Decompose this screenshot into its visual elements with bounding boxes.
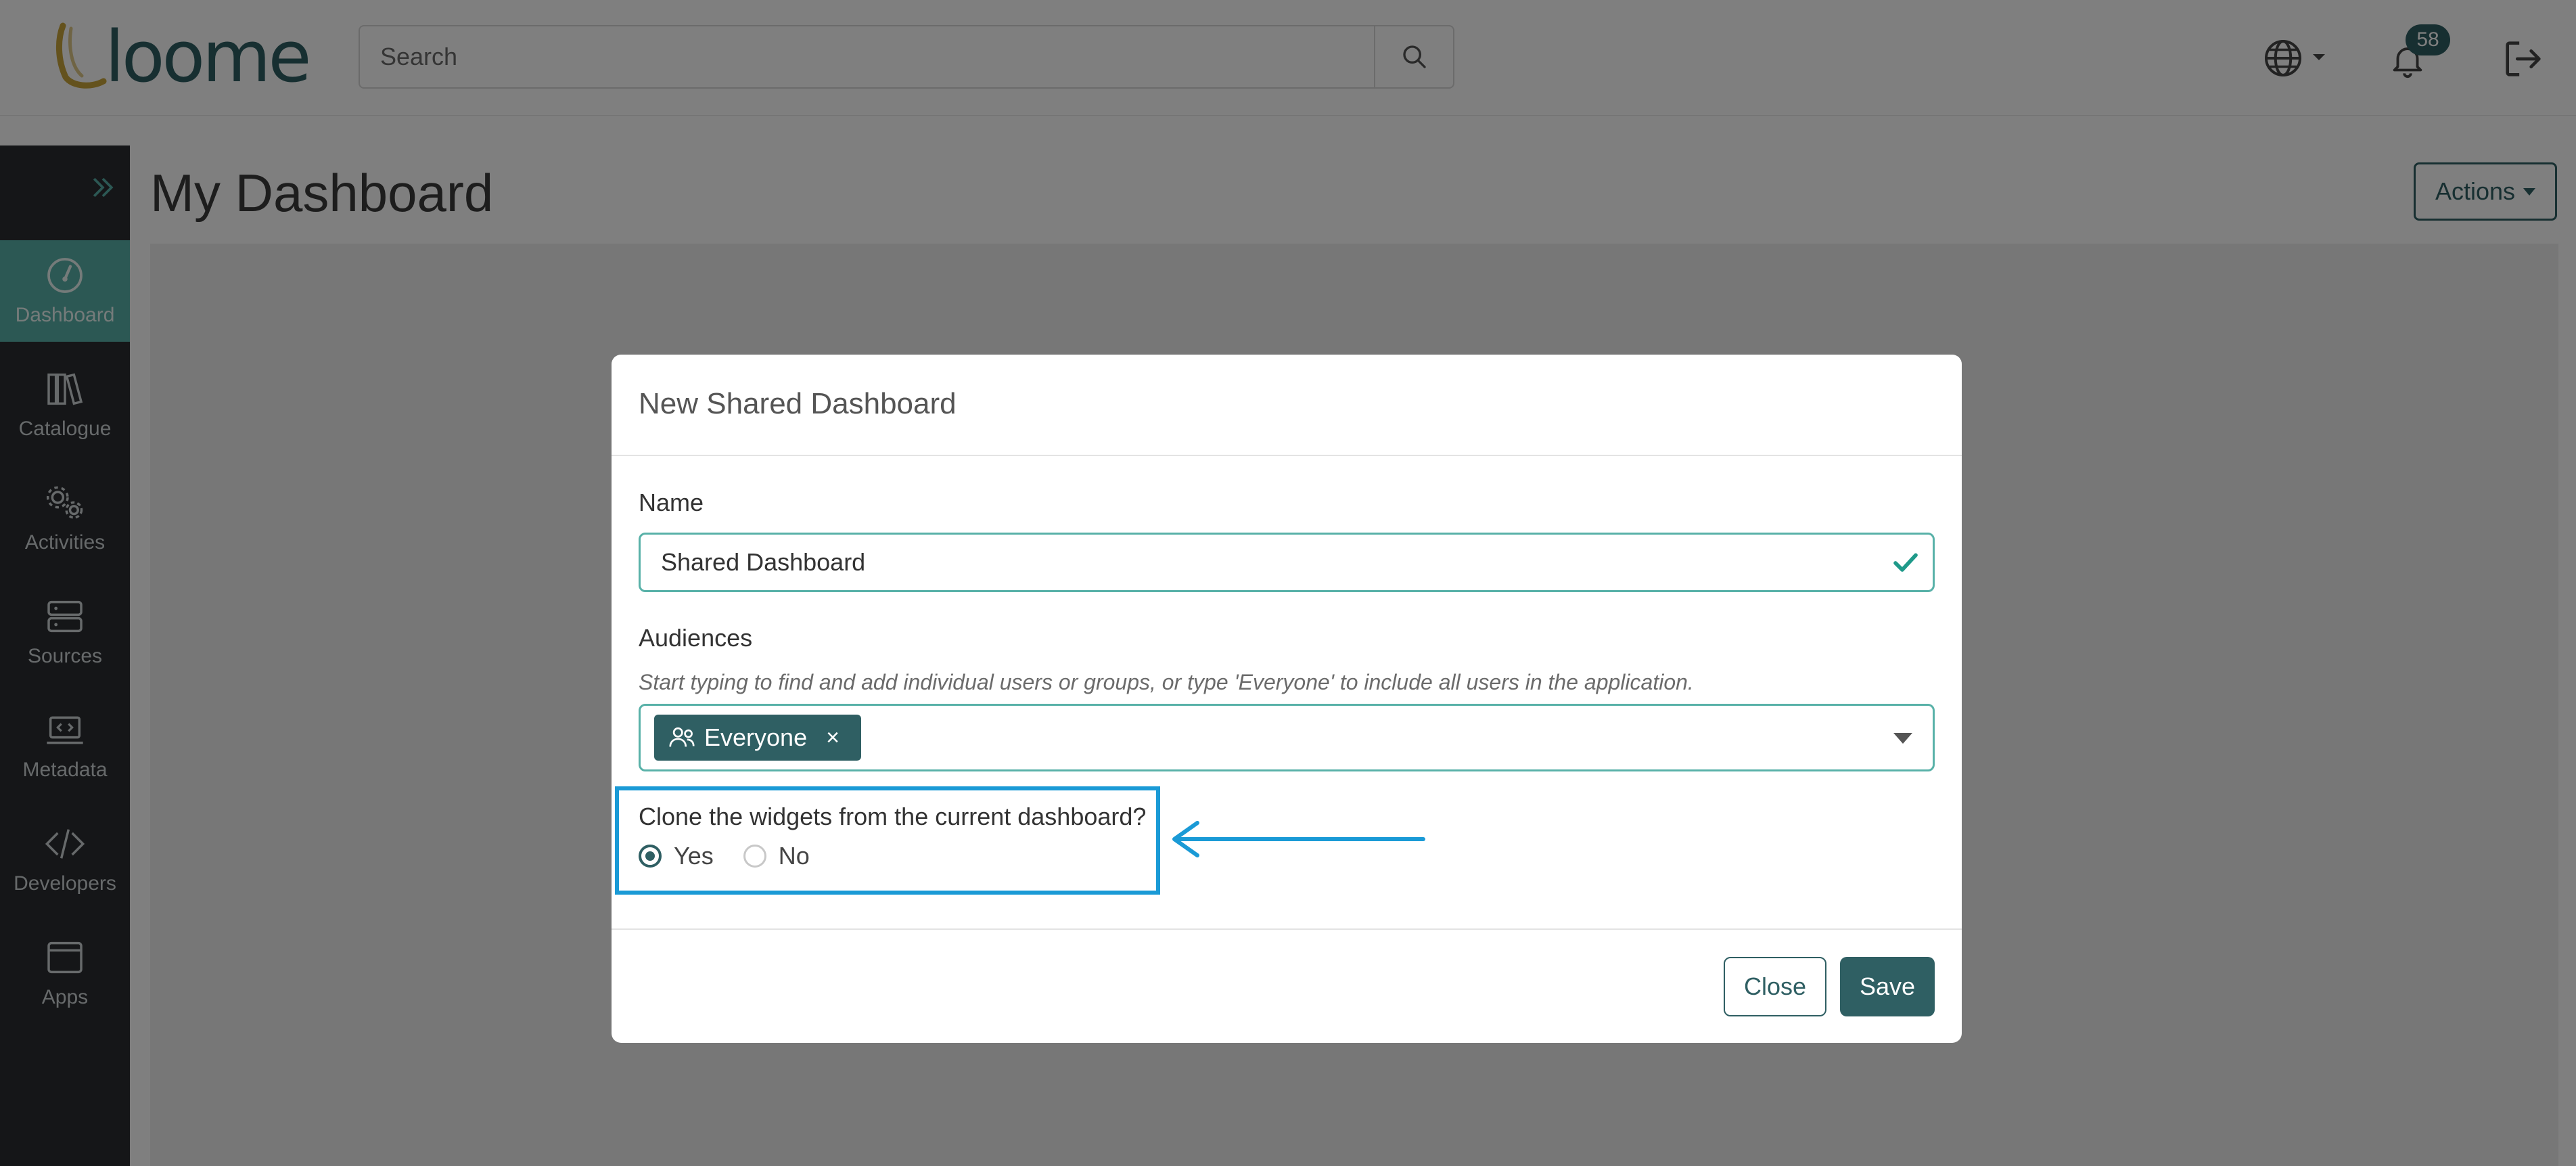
modal-title: New Shared Dashboard xyxy=(639,387,957,420)
name-label: Name xyxy=(639,489,704,516)
audiences-label: Audiences xyxy=(639,624,753,652)
radio-no-label[interactable]: No xyxy=(779,842,810,870)
close-button[interactable]: Close xyxy=(1724,957,1826,1016)
new-shared-dashboard-modal: New Shared Dashboard Name Audiences Star… xyxy=(612,355,1962,1043)
divider xyxy=(612,455,1962,456)
audience-tag-everyone: Everyone × xyxy=(654,715,861,761)
clone-widgets-question: Clone the widgets from the current dashb… xyxy=(639,803,1147,830)
check-icon xyxy=(1893,553,1918,572)
radio-yes[interactable] xyxy=(639,845,662,868)
annotation-arrow-icon xyxy=(1172,821,1425,857)
radio-yes-label[interactable]: Yes xyxy=(674,842,714,870)
remove-tag-button[interactable]: × xyxy=(826,725,840,751)
save-button[interactable]: Save xyxy=(1840,957,1935,1016)
radio-no[interactable] xyxy=(743,845,766,868)
users-icon xyxy=(669,727,695,747)
audiences-select[interactable]: Everyone × xyxy=(639,704,1935,771)
clone-widgets-radio-group: Yes No xyxy=(639,839,840,873)
name-input[interactable] xyxy=(641,535,1872,590)
audience-tag-label: Everyone xyxy=(704,723,808,751)
audiences-hint: Start typing to find and add individual … xyxy=(639,670,1694,694)
name-field xyxy=(639,533,1935,592)
dropdown-caret-icon[interactable] xyxy=(1893,733,1912,744)
divider xyxy=(612,928,1962,930)
